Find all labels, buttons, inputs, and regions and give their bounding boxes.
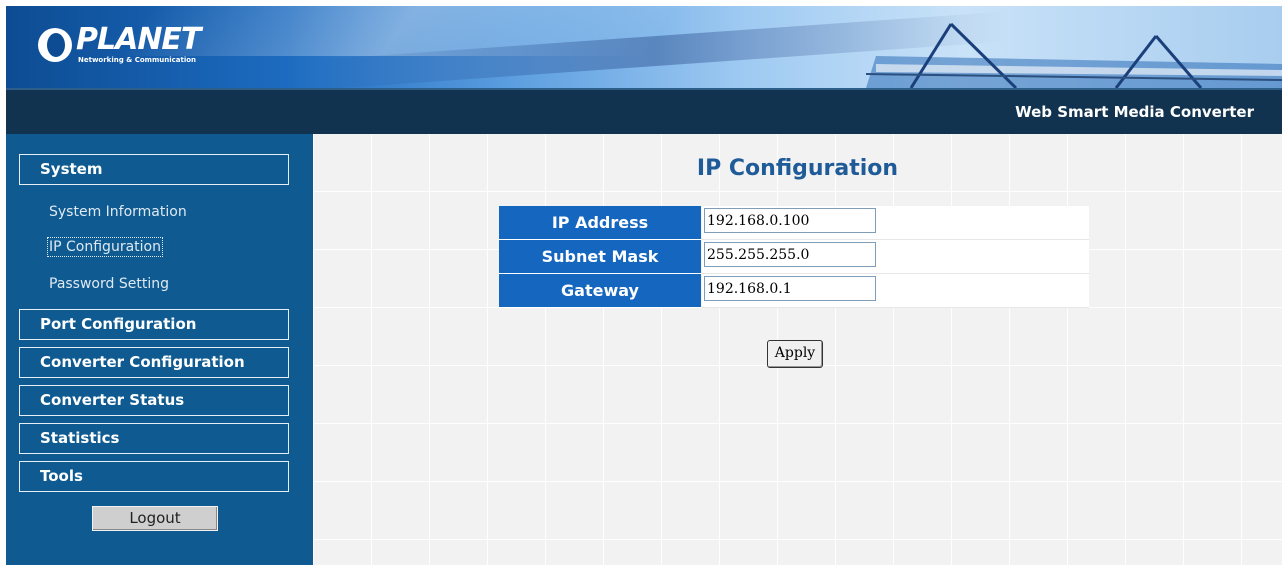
app-frame: PLANET Networking & Communication Web Sm… <box>6 6 1282 565</box>
logout-button[interactable]: Logout <box>92 506 218 531</box>
sidebar-section-converter-configuration[interactable]: Converter Configuration <box>19 347 289 378</box>
sidebar-section-converter-status[interactable]: Converter Status <box>19 385 289 416</box>
table-row: IP Address <box>499 206 1089 240</box>
sidebar-section-tools[interactable]: Tools <box>19 461 289 492</box>
sidebar-section-port-configuration[interactable]: Port Configuration <box>19 309 289 340</box>
sidebar: System System Information IP Configurati… <box>6 134 313 565</box>
sidebar-section-statistics[interactable]: Statistics <box>19 423 289 454</box>
main-content: IP Configuration IP Address Subnet Mask … <box>313 134 1282 565</box>
sidebar-item-system-information[interactable]: System Information <box>49 204 187 220</box>
sidebar-section-system[interactable]: System <box>19 154 289 185</box>
apply-button[interactable]: Apply <box>767 340 823 368</box>
table-row: Gateway <box>499 274 1089 308</box>
product-name: Web Smart Media Converter <box>1015 103 1254 121</box>
ip-config-table: IP Address Subnet Mask Gateway <box>499 206 1089 308</box>
page-title: IP Configuration <box>696 156 899 181</box>
subnet-mask-label: Subnet Mask <box>499 240 701 274</box>
header-banner: PLANET Networking & Communication <box>6 6 1282 88</box>
title-bar: Web Smart Media Converter <box>6 88 1282 134</box>
logo-text: PLANET <box>76 22 201 57</box>
gateway-label: Gateway <box>499 274 701 308</box>
ip-address-input[interactable] <box>704 208 876 233</box>
sidebar-item-password-setting[interactable]: Password Setting <box>49 276 169 292</box>
sidebar-item-ip-configuration[interactable]: IP Configuration <box>47 237 163 257</box>
table-row: Subnet Mask <box>499 240 1089 274</box>
planet-logo-icon <box>38 28 72 62</box>
gateway-input[interactable] <box>704 276 876 301</box>
subnet-mask-input[interactable] <box>704 242 876 267</box>
planet-logo: PLANET Networking & Communication <box>38 22 208 68</box>
logo-tagline: Networking & Communication <box>78 56 197 64</box>
ip-address-label: IP Address <box>499 206 701 240</box>
